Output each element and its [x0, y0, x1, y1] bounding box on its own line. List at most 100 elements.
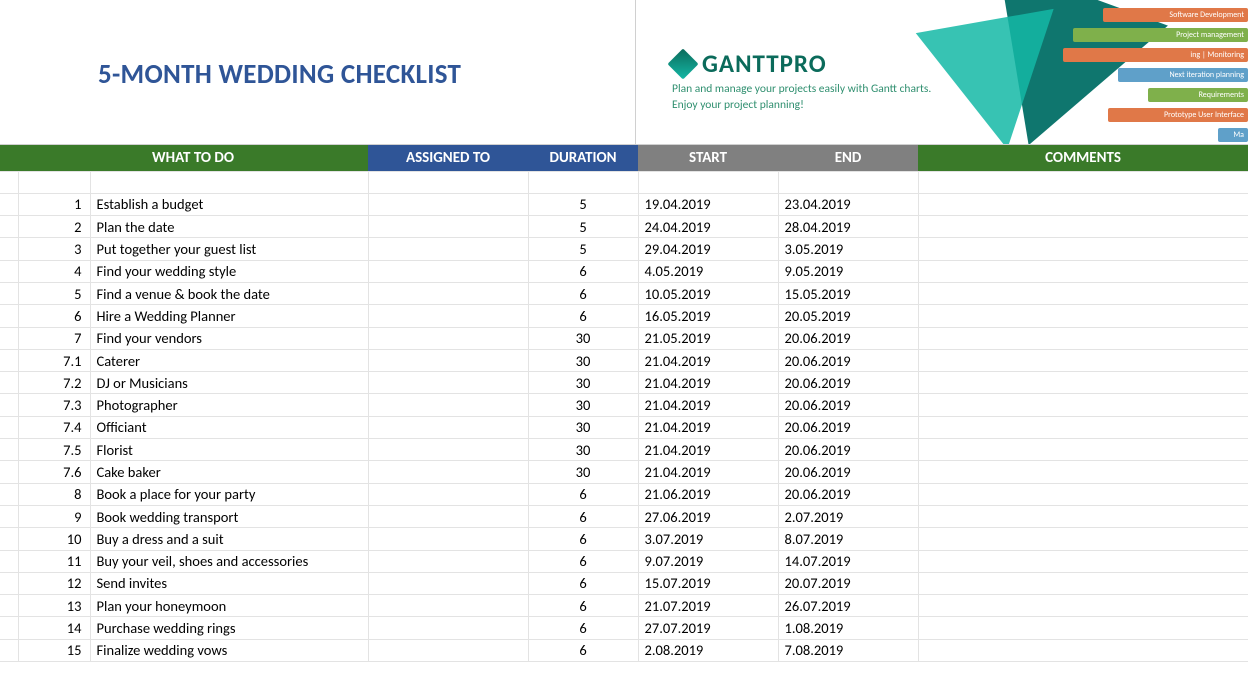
cell-gutter[interactable] [0, 305, 18, 327]
cell-start[interactable]: 21.04.2019 [638, 461, 778, 483]
cell-assigned[interactable] [368, 639, 528, 661]
cell-start[interactable]: 21.06.2019 [638, 483, 778, 505]
cell-task[interactable]: Plan the date [90, 216, 368, 238]
table-row[interactable]: 7.5Florist 3021.04.201920.06.2019 [0, 439, 1248, 461]
cell-duration[interactable]: 30 [528, 439, 638, 461]
table-row[interactable]: 4Find your wedding style64.05.20199.05.2… [0, 260, 1248, 282]
table-row[interactable] [0, 171, 1248, 193]
cell-gutter[interactable] [0, 260, 18, 282]
cell-start[interactable]: 3.07.2019 [638, 528, 778, 550]
table-row[interactable]: 11Buy your veil, shoes and accessories69… [0, 550, 1248, 572]
cell-comments[interactable] [918, 282, 1248, 304]
cell-end[interactable]: 26.07.2019 [778, 595, 918, 617]
cell-start[interactable]: 10.05.2019 [638, 282, 778, 304]
cell-end[interactable]: 2.07.2019 [778, 505, 918, 527]
cell-gutter[interactable] [0, 439, 18, 461]
cell-comments[interactable] [918, 416, 1248, 438]
cell-duration[interactable]: 30 [528, 394, 638, 416]
cell-assigned[interactable] [368, 617, 528, 639]
cell-task[interactable]: Send invites [90, 572, 368, 594]
cell-start[interactable]: 21.04.2019 [638, 349, 778, 371]
cell-number[interactable]: 1 [18, 193, 90, 215]
cell-duration[interactable]: 6 [528, 282, 638, 304]
cell-comments[interactable] [918, 327, 1248, 349]
cell-duration[interactable]: 6 [528, 639, 638, 661]
cell-end[interactable]: 20.07.2019 [778, 572, 918, 594]
cell-task[interactable]: Officiant [90, 416, 368, 438]
cell-end[interactable]: 9.05.2019 [778, 260, 918, 282]
cell-assigned[interactable] [368, 282, 528, 304]
table-row[interactable]: 7.3Photographer3021.04.201920.06.2019 [0, 394, 1248, 416]
cell-task[interactable]: Plan your honeymoon [90, 595, 368, 617]
cell-end[interactable]: 20.06.2019 [778, 483, 918, 505]
cell-number[interactable]: 5 [18, 282, 90, 304]
cell-start[interactable]: 27.07.2019 [638, 617, 778, 639]
cell-duration[interactable]: 6 [528, 483, 638, 505]
cell-gutter[interactable] [0, 216, 18, 238]
cell-task[interactable]: Find a venue & book the date [90, 282, 368, 304]
cell-duration[interactable]: 30 [528, 416, 638, 438]
cell-end[interactable]: 20.05.2019 [778, 305, 918, 327]
col-assigned[interactable]: ASSIGNED TO [368, 145, 528, 171]
table-row[interactable]: 14Purchase wedding rings627.07.20191.08.… [0, 617, 1248, 639]
cell-task[interactable]: Buy your veil, shoes and accessories [90, 550, 368, 572]
cell-end[interactable]: 14.07.2019 [778, 550, 918, 572]
cell-number[interactable]: 7.4 [18, 416, 90, 438]
cell-duration[interactable]: 5 [528, 216, 638, 238]
cell-duration[interactable]: 6 [528, 505, 638, 527]
cell-end[interactable]: 20.06.2019 [778, 327, 918, 349]
cell-end[interactable]: 20.06.2019 [778, 439, 918, 461]
cell-comments[interactable] [918, 439, 1248, 461]
cell-duration[interactable]: 6 [528, 305, 638, 327]
cell-end[interactable]: 20.06.2019 [778, 394, 918, 416]
cell-assigned[interactable] [368, 505, 528, 527]
table-row[interactable]: 7.1Caterer3021.04.201920.06.2019 [0, 349, 1248, 371]
cell-assigned[interactable] [368, 595, 528, 617]
cell-start[interactable]: 24.04.2019 [638, 216, 778, 238]
cell-number[interactable]: 14 [18, 617, 90, 639]
cell-duration[interactable]: 6 [528, 550, 638, 572]
table-row[interactable]: 7.6Cake baker3021.04.201920.06.2019 [0, 461, 1248, 483]
col-end[interactable]: END [778, 145, 918, 171]
cell-end[interactable]: 20.06.2019 [778, 416, 918, 438]
cell-assigned[interactable] [368, 461, 528, 483]
cell-number[interactable]: 9 [18, 505, 90, 527]
checklist-table[interactable]: WHAT TO DO ASSIGNED TO DURATION START EN… [0, 145, 1248, 662]
cell-comments[interactable] [918, 617, 1248, 639]
cell-assigned[interactable] [368, 327, 528, 349]
cell-number[interactable]: 13 [18, 595, 90, 617]
cell-number[interactable]: 7.2 [18, 372, 90, 394]
cell-comments[interactable] [918, 550, 1248, 572]
cell-start[interactable]: 21.04.2019 [638, 439, 778, 461]
cell-gutter[interactable] [0, 528, 18, 550]
cell-number[interactable]: 8 [18, 483, 90, 505]
cell-task[interactable]: Florist [90, 439, 368, 461]
cell-assigned[interactable] [368, 550, 528, 572]
cell-task[interactable]: Book a place for your party [90, 483, 368, 505]
table-row[interactable]: 10Buy a dress and a suit63.07.20198.07.2… [0, 528, 1248, 550]
cell-comments[interactable] [918, 238, 1248, 260]
table-row[interactable]: 8Book a place for your party 621.06.20192… [0, 483, 1248, 505]
cell-number[interactable]: 10 [18, 528, 90, 550]
cell-duration[interactable]: 5 [528, 193, 638, 215]
cell-comments[interactable] [918, 595, 1248, 617]
col-comments[interactable]: COMMENTS [918, 145, 1248, 171]
cell-start[interactable]: 16.05.2019 [638, 305, 778, 327]
cell-number[interactable]: 15 [18, 639, 90, 661]
cell-number[interactable]: 11 [18, 550, 90, 572]
cell-task[interactable]: Establish a budget [90, 193, 368, 215]
cell-task[interactable]: Finalize wedding vows [90, 639, 368, 661]
cell-start[interactable]: 27.06.2019 [638, 505, 778, 527]
cell-duration[interactable]: 30 [528, 327, 638, 349]
cell-gutter[interactable] [0, 617, 18, 639]
cell-end[interactable]: 1.08.2019 [778, 617, 918, 639]
cell-duration[interactable]: 30 [528, 372, 638, 394]
cell-number[interactable]: 7.5 [18, 439, 90, 461]
cell-task[interactable]: Caterer [90, 349, 368, 371]
cell-gutter[interactable] [0, 483, 18, 505]
cell-comments[interactable] [918, 505, 1248, 527]
cell-end[interactable]: 7.08.2019 [778, 639, 918, 661]
cell-comments[interactable] [918, 260, 1248, 282]
cell-gutter[interactable] [0, 349, 18, 371]
cell-end[interactable]: 28.04.2019 [778, 216, 918, 238]
